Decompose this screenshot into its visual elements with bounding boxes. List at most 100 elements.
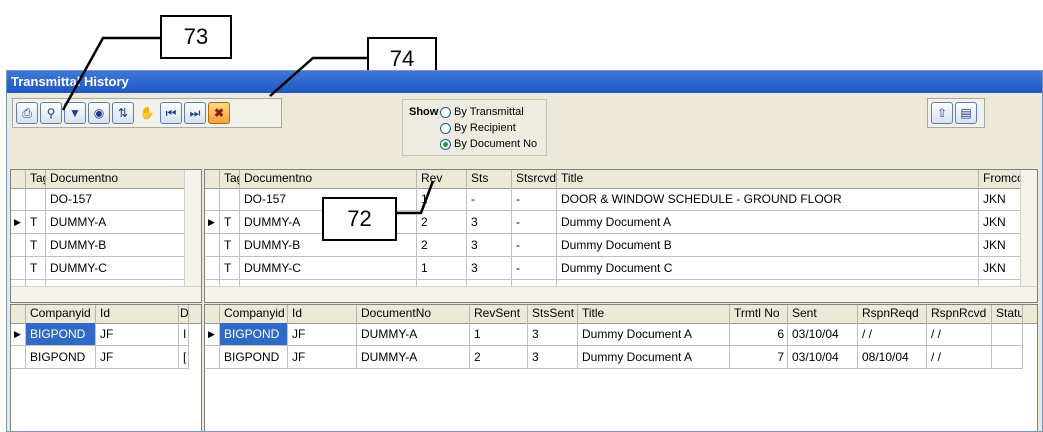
table-cell[interactable]: DUMMY-A (46, 211, 186, 234)
table-cell[interactable]: JF (96, 323, 179, 346)
table-cell[interactable]: JF (288, 323, 357, 346)
table-cell[interactable]: Dummy Document A (557, 211, 979, 234)
col-header[interactable]: Stsrcvd (512, 170, 557, 188)
row-selector[interactable] (205, 346, 220, 369)
col-header[interactable]: Sts (467, 170, 512, 188)
table-cell[interactable]: 2 (417, 211, 467, 234)
col-header[interactable]: Id (288, 305, 357, 323)
col-header[interactable]: RspnReqd (858, 305, 927, 323)
table-cell[interactable]: Dummy Document C (557, 257, 979, 280)
table-row[interactable]: DO-157 (11, 188, 201, 211)
row-selector[interactable] (205, 257, 220, 280)
col-header[interactable]: Title (557, 170, 979, 188)
radio-selected-icon[interactable] (440, 138, 451, 150)
col-header[interactable]: RevSent (470, 305, 528, 323)
col-header[interactable]: Tag (26, 170, 46, 188)
printer-icon[interactable]: ⎙ (16, 102, 38, 124)
col-header[interactable]: Documentno (240, 170, 417, 188)
import-icon[interactable]: ⇧ (931, 102, 953, 124)
col-header[interactable]: Sent (788, 305, 858, 323)
table-cell[interactable]: 1 (417, 188, 467, 211)
row-indicator-icon[interactable]: ▶ (205, 323, 220, 346)
table-cell[interactable]: 6 (730, 323, 788, 346)
export-icon[interactable]: ▤ (955, 102, 977, 124)
radio-icon[interactable] (440, 122, 451, 134)
horizontal-scrollbar[interactable] (205, 286, 1037, 302)
col-header[interactable]: RspnRcvd (927, 305, 992, 323)
row-selector[interactable] (11, 346, 26, 369)
row-indicator-icon[interactable]: ▶ (11, 323, 26, 346)
table-cell[interactable] (992, 323, 1023, 346)
table-cell[interactable]: 08/10/04 (858, 346, 927, 369)
col-header[interactable]: Companyid (26, 305, 96, 323)
table-cell[interactable]: JKN (979, 234, 1023, 257)
radio-by-transmittal[interactable]: By Transmittal (440, 106, 524, 118)
table-cell[interactable]: 2 (470, 346, 528, 369)
hand-icon[interactable]: ✋ (136, 102, 158, 124)
radio-icon[interactable] (440, 106, 451, 118)
vertical-scrollbar[interactable] (184, 170, 201, 288)
table-cell[interactable]: JKN (979, 188, 1023, 211)
table-row[interactable]: T DUMMY-B (11, 234, 201, 257)
table-cell[interactable]: - (467, 188, 512, 211)
table-cell[interactable]: DUMMY-A (357, 346, 470, 369)
row-selector[interactable] (205, 234, 220, 257)
table-row[interactable]: T DUMMY-C (11, 257, 201, 280)
table-row[interactable]: ▶ BIGPOND JF DUMMY-A 1 3 Dummy Document A 6 03/1… (205, 323, 1037, 346)
table-cell[interactable]: 3 (467, 234, 512, 257)
vertical-scrollbar[interactable] (1020, 170, 1037, 288)
row-selector[interactable] (11, 257, 26, 280)
table-cell[interactable]: [ (179, 346, 189, 369)
table-cell[interactable]: DUMMY-A (357, 323, 470, 346)
find-icon[interactable]: ◉ (88, 102, 110, 124)
table-row[interactable]: T DUMMY-C 1 3- Dummy Document C JKN (205, 257, 1037, 280)
col-header[interactable]: D (179, 305, 189, 323)
radio-by-document-no[interactable]: By Document No (440, 138, 537, 150)
table-cell[interactable]: JF (96, 346, 179, 369)
table-cell[interactable]: 7 (730, 346, 788, 369)
col-header[interactable]: Status (992, 305, 1023, 323)
col-header[interactable]: Trmtl No (730, 305, 788, 323)
col-header[interactable]: Id (96, 305, 179, 323)
col-header[interactable]: Title (578, 305, 730, 323)
table-cell[interactable] (220, 188, 240, 211)
table-cell[interactable]: DUMMY-C (46, 257, 186, 280)
table-cell[interactable]: T (26, 234, 46, 257)
table-cell[interactable]: 3 (467, 211, 512, 234)
table-cell[interactable]: DUMMY-B (46, 234, 186, 257)
table-cell[interactable]: T (220, 234, 240, 257)
filter-icon[interactable]: ▼ (64, 102, 86, 124)
table-cell[interactable]: BIGPOND (220, 323, 288, 346)
table-cell[interactable]: / / (927, 346, 992, 369)
table-cell[interactable]: T (220, 257, 240, 280)
col-header[interactable]: StsSent (528, 305, 578, 323)
table-cell[interactable]: Dummy Document A (578, 323, 730, 346)
table-cell[interactable] (992, 346, 1023, 369)
last-record-icon[interactable]: ⏭ (184, 102, 206, 124)
table-row[interactable]: ▶ T DUMMY-A (11, 211, 201, 234)
table-cell[interactable]: - (512, 234, 557, 257)
table-cell[interactable]: JKN (979, 211, 1023, 234)
row-selector[interactable] (205, 188, 220, 211)
col-header[interactable]: Fromcomp (979, 170, 1023, 188)
col-header[interactable]: DocumentNo (357, 305, 470, 323)
table-cell[interactable]: DUMMY-C (240, 257, 417, 280)
table-cell[interactable]: 2 (417, 234, 467, 257)
table-cell[interactable]: BIGPOND (220, 346, 288, 369)
table-cell[interactable]: 03/10/04 (788, 346, 858, 369)
radio-by-recipient[interactable]: By Recipient (440, 122, 516, 134)
table-cell[interactable]: - (512, 188, 557, 211)
row-selector[interactable] (11, 234, 26, 257)
table-cell[interactable]: Dummy Document A (578, 346, 730, 369)
row-indicator-icon[interactable]: ▶ (205, 211, 220, 234)
table-row[interactable]: BIGPOND JF DUMMY-A 2 3 Dummy Document A 7 03/10… (205, 346, 1037, 369)
table-cell[interactable]: BIGPOND (26, 346, 96, 369)
row-indicator-icon[interactable]: ▶ (11, 211, 26, 234)
table-cell[interactable]: / / (927, 323, 992, 346)
table-cell[interactable]: 03/10/04 (788, 323, 858, 346)
sort-icon[interactable]: ⇅ (112, 102, 134, 124)
table-cell[interactable]: 3 (528, 323, 578, 346)
close-icon[interactable]: ✖ (208, 102, 230, 124)
table-row[interactable]: ▶ BIGPOND JF I (11, 323, 201, 346)
table-cell[interactable]: T (26, 211, 46, 234)
